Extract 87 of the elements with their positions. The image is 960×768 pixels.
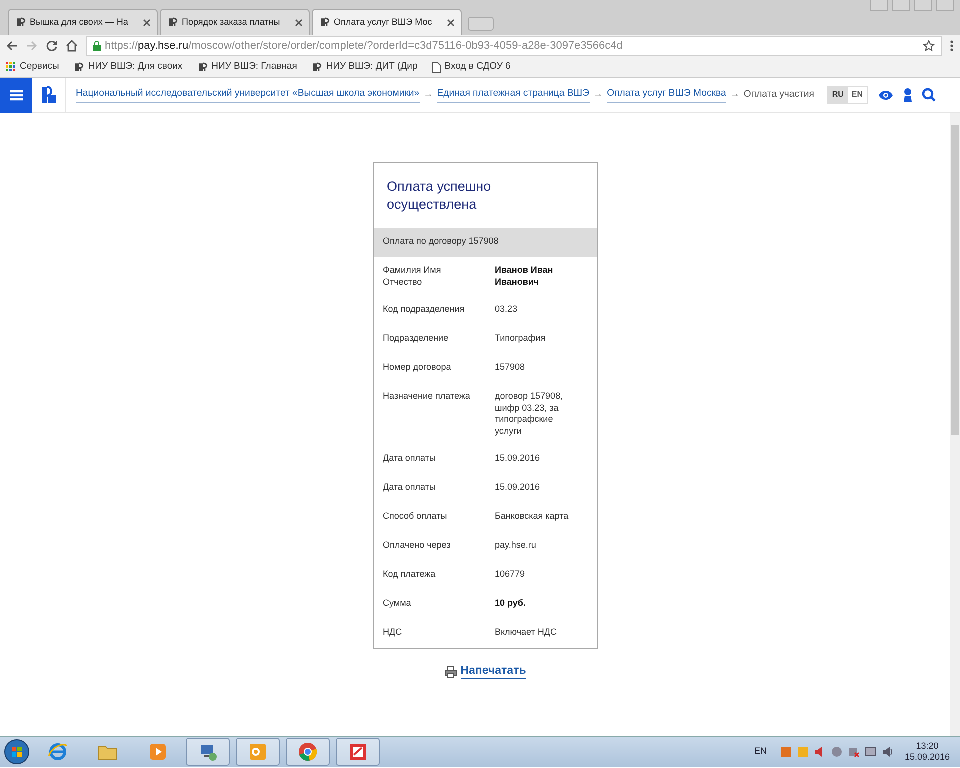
close-icon[interactable] (295, 18, 303, 26)
taskbar-button[interactable] (236, 738, 280, 766)
print-link[interactable]: Напечатать (460, 665, 526, 679)
tray-app-icon[interactable] (830, 746, 843, 758)
field-value: 106779 (495, 569, 526, 581)
tray-app-icon[interactable] (864, 746, 877, 758)
site-icon (311, 62, 322, 72)
url-text: https://pay.hse.ru/moscow/other/store/order/complete/?orderId=c3d75116-0b93-4059-a28e-3097e3566c4d (105, 38, 624, 54)
home-icon[interactable] (66, 40, 78, 52)
network-status-icon[interactable] (848, 746, 860, 758)
language-button[interactable]: RU (828, 87, 848, 103)
bookmark[interactable]: Вход в СДОУ 6 (432, 60, 511, 74)
field-value: Иванов Иван Иванович (495, 265, 554, 288)
search-icon[interactable] (922, 88, 936, 102)
taskbar-button[interactable] (286, 738, 330, 766)
taskbar-button[interactable] (186, 738, 230, 766)
chrome-icon (298, 742, 318, 762)
field-label: Дата оплаты (383, 453, 437, 465)
field-label: Дата оплаты (383, 482, 437, 494)
document-app-icon (348, 742, 368, 762)
menu-icon (10, 90, 22, 100)
field-value: 03.23 (495, 304, 519, 316)
field-label: НДС (383, 627, 404, 639)
field-label: Способ оплаты (383, 511, 448, 523)
user-icon[interactable] (902, 88, 914, 102)
browser-tab[interactable]: Оплата услуг ВШЭ Мос (312, 9, 462, 35)
menu-button[interactable] (0, 78, 32, 112)
lock-icon (93, 41, 101, 51)
clock[interactable]: 13:20 15.09.2016 (898, 741, 956, 763)
page-icon (432, 62, 441, 72)
close-icon[interactable] (143, 18, 151, 26)
browser-tab[interactable]: Порядок заказа платны (160, 9, 310, 35)
field-label: Подразделение (383, 333, 450, 345)
site-icon (167, 17, 178, 28)
taskbar-button[interactable] (336, 738, 380, 766)
breadcrumb-link[interactable]: Единая платежная страница ВШЭ (437, 87, 590, 103)
field-label: Фамилия Имя Отчество (383, 265, 442, 288)
receipt-title: Оплата успешно осуществлена (386, 178, 492, 214)
scrollbar[interactable] (950, 113, 960, 736)
speaker-icon[interactable] (882, 746, 894, 758)
star-icon[interactable] (923, 40, 935, 52)
field-value: Включает НДС (495, 627, 558, 639)
bookmark[interactable]: Сервисы (6, 60, 60, 74)
close-icon[interactable] (447, 18, 455, 26)
eye-icon[interactable] (878, 90, 894, 100)
tray-app-icon[interactable] (780, 746, 792, 758)
breadcrumb-link[interactable]: Национальный исследовательский университет «Высшая школа экономики» (76, 87, 420, 103)
breadcrumb-text: Оплата участия (744, 88, 814, 102)
field-label: Назначение платежа (383, 391, 472, 403)
breadcrumb-link[interactable]: Оплата услуг ВШЭ Москва (607, 87, 726, 103)
field-value: Банковская карта (495, 511, 570, 523)
receipt-subtitle: Оплата по договору 157908 (374, 228, 597, 257)
browser-tab[interactable]: Вышка для своих — На (8, 9, 158, 35)
field-label: Оплачено через (383, 540, 452, 552)
field-label: Сумма (383, 598, 412, 610)
reload-icon[interactable] (46, 40, 58, 52)
network-icon (198, 742, 218, 762)
field-label: Код платежа (383, 569, 437, 581)
menu-icon[interactable] (950, 40, 954, 52)
bookmark[interactable]: НИУ ВШЭ: Для своих (73, 60, 183, 74)
field-label: Номер договора (383, 362, 452, 374)
site-icon (196, 62, 208, 72)
language-indicator[interactable]: EN (754, 745, 767, 759)
breadcrumb-text: → (730, 88, 740, 102)
back-icon[interactable] (6, 40, 18, 52)
bookmark[interactable]: НИУ ВШЭ: ДИТ (Дир (311, 60, 418, 74)
site-icon (319, 17, 330, 28)
start-button[interactable] (4, 739, 30, 765)
field-value: 15.09.2016 (495, 482, 542, 494)
bookmark[interactable]: НИУ ВШЭ: Главная (196, 60, 298, 74)
apps-icon (6, 62, 16, 72)
mail-app-icon (248, 742, 268, 762)
printer-icon[interactable] (444, 666, 457, 678)
browser-icon (48, 742, 68, 762)
field-value: 15.09.2016 (495, 453, 542, 465)
breadcrumb-text: → (594, 88, 604, 102)
field-value: Типография (495, 333, 547, 345)
breadcrumb-text: → (424, 88, 434, 102)
field-value: pay.hse.ru (495, 540, 538, 552)
field-value: договор 157908, шифр 03.23, за типографские услуги (495, 391, 564, 437)
field-label: Код подразделения (383, 304, 466, 316)
field-value: 157908 (495, 362, 526, 374)
address-bar[interactable]: https://pay.hse.ru/moscow/other/store/order/complete/?orderId=c3d75116-0b93-4059-a28e-3097e3566c4d (86, 36, 942, 56)
site-icon (15, 17, 26, 28)
media-player-icon (148, 742, 168, 762)
field-value: 10 руб. (495, 598, 527, 610)
site-icon (73, 62, 84, 72)
